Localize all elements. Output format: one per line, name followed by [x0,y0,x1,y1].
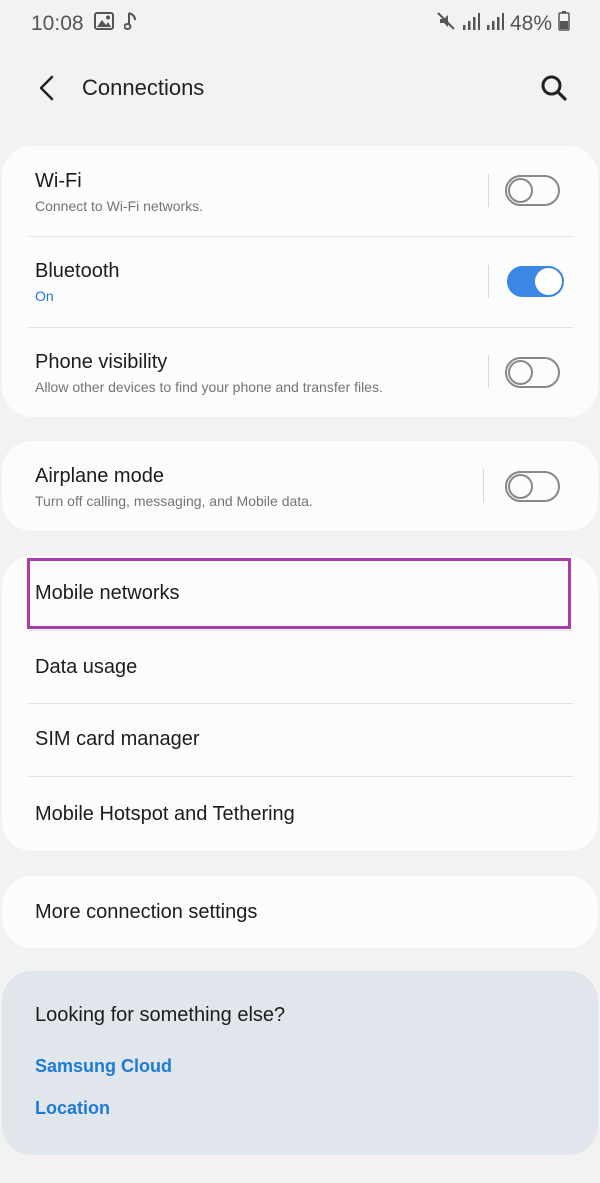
wifi-toggle[interactable] [505,175,560,206]
search-icon [541,75,567,101]
mobile-hotspot-label: Mobile Hotspot and Tethering [35,803,295,825]
search-button[interactable] [534,68,574,108]
airplane-mode-title: Airplane mode [35,465,164,487]
connections-card: Wi-Fi Connect to Wi-Fi networks. Bluetoo… [2,146,598,417]
sim-card-manager-label: SIM card manager [35,728,200,750]
suggestions-title: Looking for something else? [35,1004,286,1026]
separator [488,174,489,207]
data-usage-row[interactable]: Data usage [2,631,598,704]
phone-visibility-row[interactable]: Phone visibility Allow other devices to … [2,327,598,417]
battery-level: 48% [509,12,552,35]
bluetooth-title: Bluetooth [35,260,120,282]
airplane-card: Airplane mode Turn off calling, messagin… [2,441,598,531]
more-settings-card: More connection settings [2,876,598,948]
phone-visibility-title: Phone visibility [35,351,168,373]
location-link[interactable]: Location [35,1098,110,1119]
airplane-mode-subtitle: Turn off calling, messaging, and Mobile … [35,493,313,509]
separator [483,469,484,502]
status-bar: 10:08 48% [0,0,600,48]
bluetooth-status: On [35,288,54,304]
mobile-networks-row[interactable]: Mobile networks [2,556,598,631]
status-right: 48% [436,11,570,37]
signal-icon [462,11,480,37]
phone-visibility-subtitle: Allow other devices to find your phone a… [35,379,383,395]
toggle-knob [508,474,533,499]
phone-visibility-toggle[interactable] [505,357,560,388]
mobile-networks-label: Mobile networks [35,582,180,604]
toggle-knob [533,266,564,297]
mobile-hotspot-row[interactable]: Mobile Hotspot and Tethering [2,777,598,851]
mute-icon [436,11,456,37]
battery-icon [558,11,570,37]
sim-card-manager-row[interactable]: SIM card manager [2,704,598,777]
bluetooth-row[interactable]: Bluetooth On [2,237,598,327]
toggle-knob [508,178,533,203]
airplane-mode-toggle[interactable] [505,471,560,502]
data-usage-label: Data usage [35,656,138,678]
more-connection-settings-label: More connection settings [35,901,258,923]
music-note-icon [123,11,138,37]
status-left: 10:08 [31,11,138,37]
gallery-icon [93,12,114,36]
suggestions-card: Looking for something else? Samsung Clou… [2,971,598,1155]
app-bar: Connections [0,58,600,118]
wifi-title: Wi-Fi [35,170,82,192]
airplane-mode-row[interactable]: Airplane mode Turn off calling, messagin… [2,441,598,531]
samsung-cloud-link[interactable]: Samsung Cloud [35,1056,172,1077]
wifi-row[interactable]: Wi-Fi Connect to Wi-Fi networks. [2,146,598,237]
back-button[interactable] [30,68,64,108]
network-card: Mobile networks Data usage SIM card mana… [2,556,598,851]
separator [488,355,489,388]
toggle-knob [508,360,533,385]
signal-icon [486,11,504,37]
separator [488,265,489,298]
wifi-subtitle: Connect to Wi-Fi networks. [35,198,204,214]
more-connection-settings-row[interactable]: More connection settings [2,876,598,948]
status-time: 10:08 [31,12,84,35]
page-title: Connections [82,75,205,100]
back-arrow-icon [39,75,54,101]
bluetooth-toggle[interactable] [507,266,564,297]
